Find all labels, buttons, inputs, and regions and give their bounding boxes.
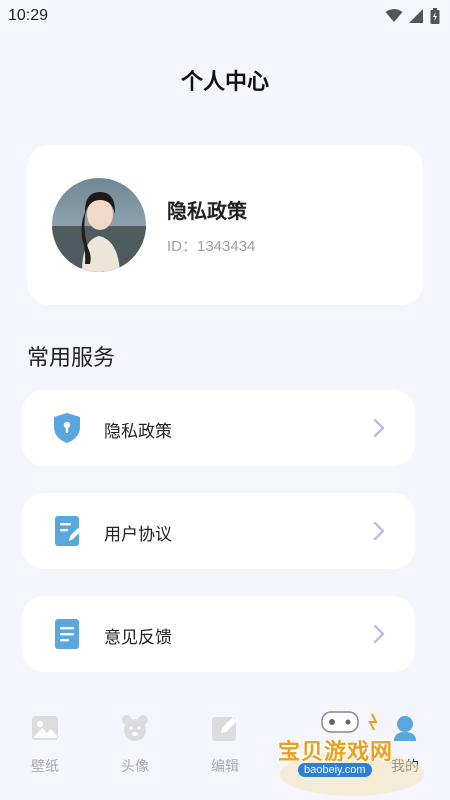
service-label: 隐私政策 <box>104 422 172 442</box>
wifi-icon <box>385 9 403 22</box>
edit-icon <box>212 717 237 741</box>
watermark-text: 宝贝游戏网 <box>278 740 394 765</box>
status-bar: 10:29 <box>0 0 450 32</box>
section-title: 常用服务 <box>27 346 116 371</box>
profile-name: 隐私政策 <box>167 199 247 223</box>
status-time: 10:29 <box>8 7 49 24</box>
service-item-feedback[interactable]: 意见反馈 <box>22 596 415 672</box>
watermark-url: baobeiy.com <box>298 763 372 777</box>
profile-card[interactable]: 隐私政策 ID：1343434 <box>27 145 423 305</box>
watermark-logo: 宝贝游戏网 baobeiy.com <box>272 700 430 800</box>
page-title: 个人中心 <box>180 70 269 95</box>
chevron-right-icon <box>373 418 385 438</box>
shield-icon <box>52 412 82 444</box>
signal-icon <box>409 9 423 23</box>
bear-face-icon <box>122 715 148 741</box>
service-label: 意见反馈 <box>104 628 172 648</box>
document-edit-icon <box>52 515 82 547</box>
battery-icon <box>430 8 440 24</box>
document-icon <box>52 618 82 650</box>
tab-label: 壁纸 <box>31 759 59 775</box>
avatar[interactable] <box>52 178 146 272</box>
status-icons <box>385 8 440 24</box>
image-icon <box>32 716 58 740</box>
tab-avatar[interactable]: 头像 <box>105 714 165 776</box>
service-item-privacy[interactable]: 隐私政策 <box>22 390 415 466</box>
tab-label: 编辑 <box>211 759 239 775</box>
chevron-right-icon <box>373 624 385 644</box>
service-label: 用户协议 <box>104 525 172 545</box>
tab-label: 头像 <box>121 759 149 775</box>
chevron-right-icon <box>373 521 385 541</box>
service-item-user-agreement[interactable]: 用户协议 <box>22 493 415 569</box>
tab-wallpaper[interactable]: 壁纸 <box>15 714 75 776</box>
tab-edit[interactable]: 编辑 <box>195 714 255 776</box>
profile-id: ID：1343434 <box>167 238 256 255</box>
